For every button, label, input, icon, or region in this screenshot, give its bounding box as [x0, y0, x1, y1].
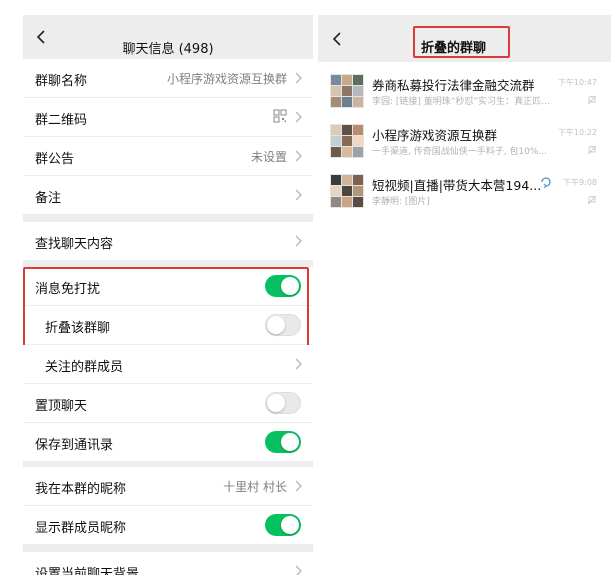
announcement-row[interactable]: 群公告 未设置 [23, 137, 313, 175]
chat-list-item[interactable]: 小程序游戏资源互换群 一手渠道, 传奇国战仙侠一手料子, 包10%... 下午1… [318, 119, 611, 169]
group-qr-label: 群二维码 [35, 113, 88, 128]
group-qr-row[interactable]: 群二维码 [23, 98, 313, 136]
chat-time: 下午10:22 [557, 128, 597, 137]
bell-muted-icon [587, 195, 597, 205]
folded-chats-panel: 折叠的群聊 券商私募投行法律金融交流群 李园: [链接] 董明珠“秒怼”实习生：… [318, 15, 611, 575]
chat-name: 小程序游戏资源互换群 [372, 128, 498, 143]
chat-last-message: 李靜明: [图片] [372, 197, 430, 207]
chat-background-row[interactable]: 设置当前聊天背景 [23, 552, 313, 575]
chat-name: 券商私募投行法律金融交流群 [372, 78, 535, 93]
toggle-knob [267, 394, 285, 412]
mute-label: 消息免打扰 [35, 282, 101, 297]
search-history-label: 查找聊天内容 [35, 237, 114, 252]
toggle-knob [281, 433, 299, 451]
group-name-value: 小程序游戏资源互换群 [166, 72, 287, 86]
search-history-row[interactable]: 查找聊天内容 [23, 222, 313, 260]
chevron-right-icon [295, 235, 302, 247]
show-nicknames-row: 显示群成员昵称 [23, 506, 313, 544]
mute-toggle[interactable] [265, 275, 301, 297]
folded-chats-nav-bar: 折叠的群聊 [318, 15, 611, 62]
chat-background-label: 设置当前聊天背景 [35, 567, 140, 575]
followed-members-row[interactable]: 关注的群成员 [23, 345, 313, 383]
save-contacts-label: 保存到通讯录 [35, 438, 114, 453]
toggle-knob [281, 277, 299, 295]
group-avatar [330, 124, 364, 158]
chat-name: 短视频|直播|带货大本营194... [372, 178, 542, 193]
mute-row: 消息免打扰 [23, 267, 313, 305]
my-nickname-value: 十里村 村长 [223, 480, 287, 494]
chat-last-message: 李园: [链接] 董明珠“秒怼”实习生：真正匹... [372, 97, 550, 107]
announcement-label: 群公告 [35, 152, 75, 167]
sync-icon [541, 177, 551, 188]
chevron-right-icon [295, 72, 302, 84]
group-avatar [330, 174, 364, 208]
bell-muted-icon [587, 95, 597, 105]
pin-chat-row: 置顶聊天 [23, 384, 313, 422]
chat-info-nav-bar: 聊天信息 (498) [23, 15, 313, 59]
bell-muted-icon [587, 145, 597, 155]
chevron-right-icon [295, 480, 302, 492]
remark-label: 备注 [35, 191, 62, 206]
show-nicknames-toggle[interactable] [265, 514, 301, 536]
back-arrow-icon[interactable] [328, 30, 346, 48]
folded-chats-title: 折叠的群聊 [421, 41, 487, 56]
chevron-right-icon [295, 565, 302, 575]
group-name-label: 群聊名称 [35, 74, 88, 89]
fold-group-row: 折叠该群聊 [23, 306, 313, 344]
pin-chat-label: 置顶聊天 [35, 399, 88, 414]
chevron-right-icon [295, 189, 302, 201]
my-nickname-label: 我在本群的昵称 [35, 482, 127, 497]
group-avatar [330, 74, 364, 108]
chat-last-message: 一手渠道, 传奇国战仙侠一手料子, 包10%... [372, 147, 548, 157]
group-name-row[interactable]: 群聊名称 小程序游戏资源互换群 [23, 59, 313, 97]
chat-info-panel: 聊天信息 (498) 群聊名称 小程序游戏资源互换群 群二维码 群公告 未设置 … [0, 0, 318, 575]
fold-group-label: 折叠该群聊 [45, 321, 111, 336]
pin-chat-toggle[interactable] [265, 392, 301, 414]
my-nickname-row[interactable]: 我在本群的昵称 十里村 村长 [23, 467, 313, 505]
save-contacts-toggle[interactable] [265, 431, 301, 453]
announcement-value: 未设置 [250, 150, 287, 164]
remark-row[interactable]: 备注 [23, 176, 313, 214]
chat-list-item[interactable]: 券商私募投行法律金融交流群 李园: [链接] 董明珠“秒怼”实习生：真正匹...… [318, 69, 611, 119]
save-contacts-row: 保存到通讯录 [23, 423, 313, 461]
chat-time: 下午10:47 [557, 78, 597, 87]
qr-code-icon [273, 109, 287, 123]
followed-members-label: 关注的群成员 [45, 360, 124, 375]
toggle-knob [267, 316, 285, 334]
toggle-knob [281, 516, 299, 534]
chevron-right-icon [295, 358, 302, 370]
chevron-right-icon [295, 150, 302, 162]
chat-time: 下午9:08 [563, 178, 597, 187]
chevron-right-icon [295, 111, 302, 123]
chat-list-item[interactable]: 短视频|直播|带货大本营194... 李靜明: [图片] 下午9:08 [318, 169, 611, 219]
show-nicknames-label: 显示群成员昵称 [35, 521, 127, 536]
fold-group-toggle[interactable] [265, 314, 301, 336]
page-title: 聊天信息 (498) [122, 42, 214, 57]
